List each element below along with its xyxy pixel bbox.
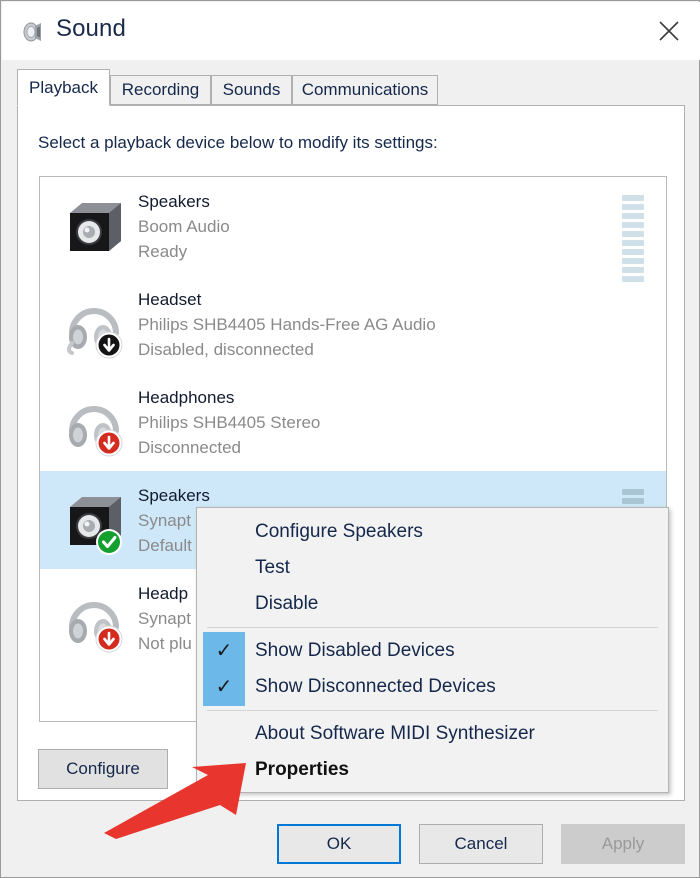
menu-separator [207, 710, 658, 711]
volume-meter [622, 195, 644, 285]
cancel-button-label: Cancel [454, 834, 508, 853]
menu-item-configure-speakers[interactable]: Configure Speakers [197, 514, 668, 550]
headset-icon [58, 289, 130, 361]
device-name: Headset [138, 290, 202, 309]
menu-item-label: Properties [255, 759, 349, 780]
apply-button-label: Apply [601, 834, 645, 853]
configure-button-label: Configure [66, 759, 140, 778]
device-name: Headphones [138, 388, 235, 407]
title-bar: Sound [2, 2, 700, 60]
tab-recording-label: Recording [121, 80, 200, 99]
tab-playback-label: Playback [29, 77, 98, 97]
tab-sounds[interactable]: Sounds [211, 75, 292, 105]
cancel-button[interactable]: Cancel [419, 824, 543, 864]
speaker-icon [58, 191, 130, 263]
device-status: Ready [138, 242, 188, 261]
device-name: Speakers [138, 192, 210, 211]
speaker-icon [58, 485, 130, 557]
check-icon: ✓ [215, 640, 233, 662]
table-row[interactable]: Headphones Philips SHB4405 Stereo Discon… [40, 373, 666, 471]
menu-item-label: About Software MIDI Synthesizer [255, 723, 535, 744]
headphones-icon [58, 387, 130, 459]
menu-item-show-disabled-devices[interactable]: ✓ Show Disabled Devices [197, 633, 668, 669]
device-driver: Boom Audio [138, 217, 230, 236]
menu-item-label: Show Disabled Devices [255, 640, 455, 661]
menu-item-label: Test [255, 557, 290, 578]
menu-item-disable[interactable]: Disable [197, 586, 668, 622]
menu-item-label: Show Disconnected Devices [255, 676, 496, 697]
device-info: Headset Philips SHB4405 Hands-Free AG Au… [138, 287, 608, 362]
table-row[interactable]: Headset Philips SHB4405 Hands-Free AG Au… [40, 275, 666, 373]
sound-dialog-window: Sound Playback Recording Sounds Communic… [0, 0, 700, 878]
tab-playback[interactable]: Playback [17, 69, 110, 106]
tab-communications[interactable]: Communications [292, 75, 438, 105]
menu-item-label: Configure Speakers [255, 521, 423, 542]
menu-item-test[interactable]: Test [197, 550, 668, 586]
menu-item-show-disconnected-devices[interactable]: ✓ Show Disconnected Devices [197, 669, 668, 705]
device-name: Speakers [138, 486, 210, 505]
headphones-icon [58, 583, 130, 655]
ok-button-label: OK [326, 834, 352, 853]
tab-sounds-label: Sounds [222, 80, 281, 99]
window-title: Sound [56, 15, 126, 42]
device-driver: Philips SHB4405 Hands-Free AG Audio [138, 315, 436, 334]
device-driver: Philips SHB4405 Stereo [138, 413, 321, 432]
apply-button: Apply [561, 824, 685, 864]
check-icon: ✓ [215, 676, 233, 698]
instruction-text: Select a playback device below to modify… [38, 133, 438, 152]
tab-recording[interactable]: Recording [110, 75, 211, 105]
device-info: Headphones Philips SHB4405 Stereo Discon… [138, 385, 608, 460]
table-row[interactable]: Speakers Boom Audio Ready [40, 177, 666, 282]
close-icon[interactable] [642, 8, 696, 54]
device-status: Disconnected [138, 438, 242, 457]
tab-strip: Playback Recording Sounds Communications [17, 69, 685, 106]
menu-item-properties[interactable]: Properties [197, 752, 668, 788]
menu-item-label: Disable [255, 593, 319, 614]
device-status: Disabled, disconnected [138, 340, 314, 359]
ok-button[interactable]: OK [277, 824, 401, 864]
tab-communications-label: Communications [301, 80, 429, 99]
configure-button[interactable]: Configure [38, 749, 168, 789]
menu-separator [207, 627, 658, 628]
context-menu: Configure Speakers Test Disable ✓ Show D… [196, 507, 669, 793]
speaker-icon [20, 19, 46, 45]
menu-item-about-software-midi-synthesizer[interactable]: About Software MIDI Synthesizer [197, 716, 668, 752]
device-info: Speakers Boom Audio Ready [138, 189, 608, 264]
